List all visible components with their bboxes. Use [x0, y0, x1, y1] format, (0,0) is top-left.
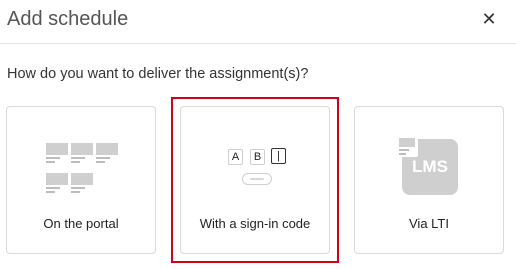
key-cursor: |	[271, 148, 286, 164]
option-label-lti: Via LTI	[409, 216, 449, 231]
option-card-portal[interactable]: On the portal	[6, 106, 156, 254]
pill-icon	[242, 173, 272, 185]
delivery-question: How do you want to deliver the assignmen…	[7, 66, 309, 82]
option-label-sign-in-code: With a sign-in code	[199, 216, 311, 231]
key-a: A	[228, 149, 243, 165]
lms-mini-icon	[396, 135, 418, 157]
dialog-title: Add schedule	[7, 8, 129, 30]
key-b: B	[250, 149, 265, 165]
close-icon[interactable]: ✕	[479, 9, 499, 29]
option-card-lti[interactable]: LMS Via LTI	[354, 106, 504, 254]
option-card-sign-in-code[interactable]: A B | With a sign-in code	[180, 106, 330, 254]
option-label-portal: On the portal	[43, 216, 119, 231]
dialog-header: Add schedule ✕	[0, 0, 516, 44]
